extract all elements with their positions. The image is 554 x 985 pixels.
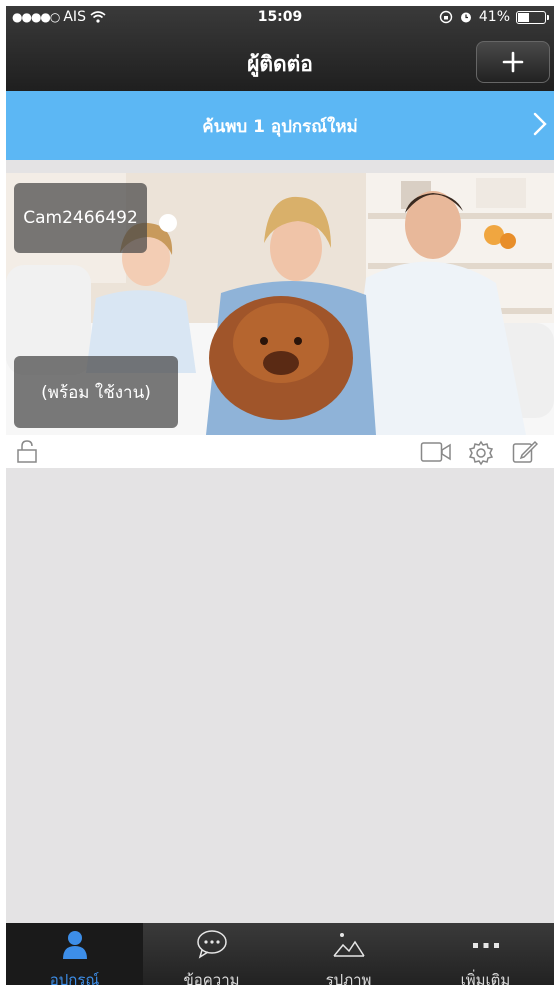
video-camera-icon[interactable] (420, 440, 452, 464)
plus-icon (502, 51, 524, 73)
tab-images[interactable]: รูปภาพ (280, 923, 417, 985)
add-device-button[interactable] (476, 41, 550, 83)
banner-text: ค้นพบ 1 อุปกรณ์ใหม่ (202, 117, 358, 137)
status-right: 41% (439, 9, 549, 25)
unlock-icon[interactable] (16, 440, 38, 464)
tab-label: เพิ่มเติม (460, 971, 511, 985)
page-title: ผู้ติดต่อ (247, 52, 313, 76)
bottom-tab-bar: อุปกรณ์ ข้อความ รูปภาพ เพิ่มเติม (6, 923, 554, 985)
more-icon (472, 943, 499, 948)
status-bar: ●●●●○ AIS 15:09 41% (6, 6, 554, 30)
tab-label: อุปกรณ์ (49, 971, 100, 985)
tab-messages[interactable]: ข้อความ (143, 923, 280, 985)
tab-more[interactable]: เพิ่มเติม (417, 923, 554, 985)
camera-status-label: (พร้อม ใช้งาน) (14, 356, 178, 428)
image-icon (332, 933, 365, 957)
camera-action-row (6, 435, 554, 468)
battery-icon (516, 10, 549, 24)
edit-icon[interactable] (512, 440, 538, 464)
tab-devices[interactable]: อุปกรณ์ (6, 923, 143, 985)
chat-bubble-icon (196, 930, 227, 959)
top-bar: ●●●●○ AIS 15:09 41% ผู้ติดต่อ (6, 6, 554, 91)
camera-name-label: Cam2466492 (14, 183, 147, 253)
tab-label: รูปภาพ (325, 971, 372, 985)
app-frame: ●●●●○ AIS 15:09 41% ผู้ติดต่อ ค้นพบ 1 อุ… (6, 6, 554, 985)
chevron-right-icon (533, 112, 547, 136)
orientation-lock-icon (439, 10, 453, 24)
battery-percent: 41% (478, 9, 510, 25)
battery-fill (518, 12, 529, 22)
tab-label: ข้อความ (183, 971, 240, 985)
new-device-banner[interactable]: ค้นพบ 1 อุปกรณ์ใหม่ (6, 91, 554, 160)
alarm-icon (460, 12, 471, 23)
gear-icon[interactable] (468, 440, 494, 466)
person-icon (62, 931, 87, 959)
